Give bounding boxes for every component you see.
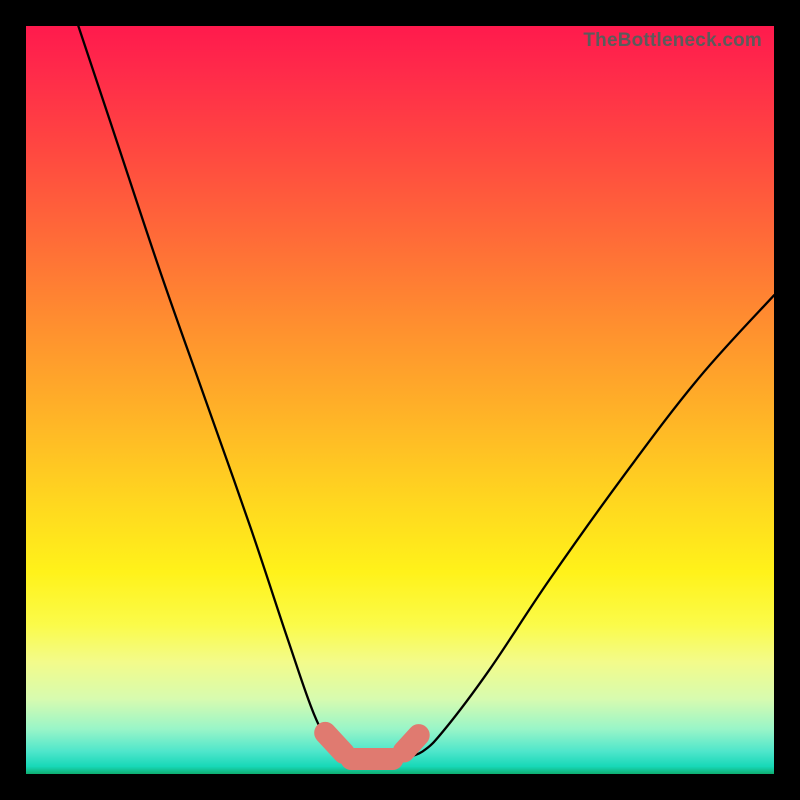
chart-svg [26,26,774,774]
left-curve [78,26,347,759]
trough-left-nub [325,733,344,753]
right-curve [400,295,774,759]
chart-frame: TheBottleneck.com [26,26,774,774]
trough-right-nub [404,735,419,751]
